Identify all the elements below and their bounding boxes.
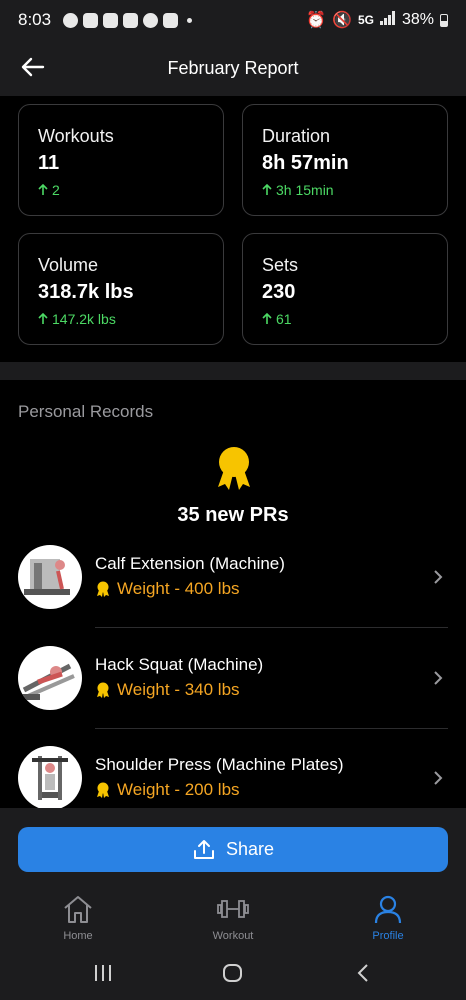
- medal-icon: [218, 447, 250, 490]
- stat-value: 11: [38, 152, 60, 174]
- pr-detail: Weight - 340 lbs: [95, 680, 240, 700]
- top-header: February Report: [0, 40, 466, 96]
- status-bar: 8:03 ⏰ 🔇 5G 38%: [0, 0, 466, 40]
- tab-label: Workout: [212, 930, 254, 942]
- battery-percent: 38%: [401, 11, 434, 28]
- stat-card-volume: Volume 318.7k lbs 147.2k lbs: [18, 233, 224, 345]
- stat-delta-value: 2: [52, 182, 60, 198]
- arrow-up-icon: [262, 184, 272, 195]
- stat-card-duration: Duration 8h 57min 3h 15min: [242, 104, 448, 216]
- chevron-right-icon: [434, 671, 443, 685]
- instagram-icon: [103, 12, 119, 28]
- pr-item-calf-extension[interactable]: Calf Extension (Machine) Weight - 400 lb…: [0, 527, 466, 627]
- tab-workout[interactable]: Workout: [183, 894, 283, 942]
- medal-small-icon: [97, 782, 109, 798]
- section-divider: [0, 362, 466, 380]
- stat-value: 318.7k lbs: [38, 281, 134, 303]
- tab-profile[interactable]: Profile: [338, 894, 438, 942]
- arrow-up-icon: [262, 313, 272, 324]
- pr-detail: Weight - 400 lbs: [95, 579, 240, 599]
- stats-grid: Workouts 11 2 Duration 8h 57min 3h 15min…: [0, 96, 466, 362]
- profile-icon: [374, 895, 402, 924]
- exercise-thumbnail: [18, 646, 82, 710]
- stat-delta: 2: [38, 182, 223, 198]
- medal-small-icon: [97, 581, 109, 597]
- back-button[interactable]: [18, 52, 48, 82]
- stat-label: Sets: [262, 255, 299, 275]
- stat-delta-value: 3h 15min: [276, 182, 334, 198]
- signal-icon: [379, 10, 396, 30]
- pr-item-shoulder-press[interactable]: Shoulder Press (Machine Plates) Weight -…: [0, 728, 466, 808]
- tab-label: Profile: [372, 930, 404, 942]
- people-icon: [83, 12, 99, 28]
- arrow-up-icon: [38, 184, 48, 195]
- messenger-icon: [63, 12, 79, 28]
- alarm-icon: ⏰: [306, 12, 327, 29]
- share-label: Share: [225, 839, 275, 859]
- pr-item-hack-squat[interactable]: Hack Squat (Machine) Weight - 340 lbs: [0, 628, 466, 728]
- status-time: 8:03: [18, 10, 52, 29]
- exercise-name: Shoulder Press (Machine Plates): [95, 755, 344, 774]
- pr-detail-text: Weight - 340 lbs: [117, 680, 240, 699]
- share-icon: [193, 839, 214, 859]
- chevron-right-icon: [434, 771, 443, 785]
- pr-detail-text: Weight - 400 lbs: [117, 579, 240, 598]
- stat-label: Volume: [38, 255, 99, 275]
- bottom-tab-bar: Home Workout Profile: [0, 876, 466, 946]
- medal-small-icon: [97, 682, 109, 698]
- system-nav-bar: [0, 946, 466, 1000]
- chevron-right-icon: [434, 570, 443, 584]
- section-title: Personal Records: [18, 402, 154, 421]
- recents-button[interactable]: [83, 960, 123, 986]
- share-button[interactable]: Share: [18, 827, 448, 872]
- back-arrow-icon: [21, 57, 45, 77]
- stat-delta: 147.2k lbs: [38, 311, 223, 327]
- stat-delta-value: 61: [276, 311, 292, 327]
- exercise-thumbnail: [18, 746, 82, 808]
- stat-label: Workouts: [38, 126, 114, 146]
- back-system-icon: [357, 964, 368, 982]
- back-system-button[interactable]: [343, 960, 383, 986]
- exercise-thumbnail: [18, 545, 82, 609]
- stat-card-sets: Sets 230 61: [242, 233, 448, 345]
- page-title: February Report: [167, 57, 299, 78]
- tab-home[interactable]: Home: [28, 894, 128, 942]
- pr-detail: Weight - 200 lbs: [95, 780, 240, 800]
- dumbbell-icon: [217, 900, 249, 918]
- exercise-name: Calf Extension (Machine): [95, 554, 285, 573]
- stat-card-workouts: Workouts 11 2: [18, 104, 224, 216]
- stat-value: 230: [262, 281, 296, 303]
- stat-label: Duration: [262, 126, 331, 146]
- pr-count: 35 new PRs: [177, 504, 289, 526]
- app-icon: [123, 12, 139, 28]
- arrow-up-icon: [38, 313, 48, 324]
- mute-icon: 🔇: [332, 12, 352, 29]
- notes-icon: [163, 12, 179, 28]
- home-icon: [64, 896, 92, 923]
- pr-detail-text: Weight - 200 lbs: [117, 780, 240, 799]
- stat-value: 8h 57min: [262, 152, 349, 174]
- stat-delta-value: 147.2k lbs: [52, 311, 116, 327]
- personal-records-section: Personal Records 35 new PRs Calf Extensi…: [0, 380, 466, 808]
- more-notifications-icon: [187, 17, 193, 23]
- recents-icon: [95, 965, 111, 981]
- tab-label: Home: [63, 930, 93, 942]
- home-system-icon: [223, 964, 242, 982]
- network-label: 5G: [357, 13, 374, 27]
- face-icon: [143, 12, 159, 28]
- exercise-name: Hack Squat (Machine): [95, 655, 264, 674]
- home-system-button[interactable]: [213, 960, 253, 986]
- stat-delta: 3h 15min: [262, 182, 447, 198]
- stat-delta: 61: [262, 311, 447, 327]
- share-bar: Share: [0, 808, 466, 876]
- battery-icon: [440, 13, 448, 27]
